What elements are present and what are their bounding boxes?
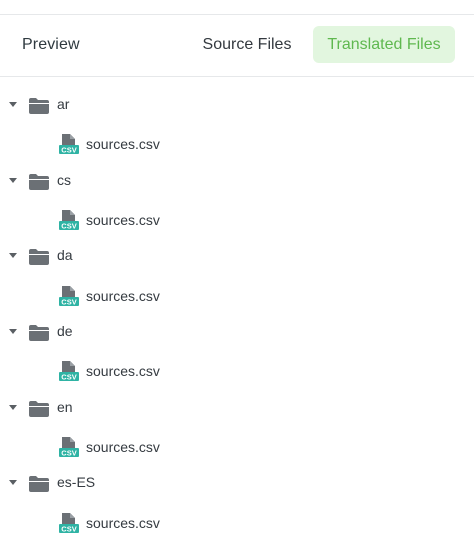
preview-header: Preview Source Files Translated Files: [0, 15, 474, 77]
caret-down-icon[interactable]: [9, 102, 17, 107]
file-row-de-sources[interactable]: CSV sources.csv: [0, 357, 474, 387]
top-divider: [0, 0, 474, 15]
preview-panel: Preview Source Files Translated Files ar…: [0, 0, 474, 533]
csv-file-icon: CSV: [59, 437, 79, 458]
folder-row-en[interactable]: en: [0, 394, 474, 424]
file-label: sources.csv: [86, 136, 160, 152]
folder-row-de[interactable]: de: [0, 318, 474, 348]
csv-badge-text: CSV: [61, 146, 76, 155]
file-label: sources.csv: [86, 363, 160, 379]
tab-source-files[interactable]: Source Files: [195, 26, 299, 63]
file-row-cs-sources[interactable]: CSV sources.csv: [0, 206, 474, 236]
caret-down-icon[interactable]: [9, 253, 17, 258]
csv-file-icon: CSV: [59, 286, 79, 307]
folder-icon: [29, 249, 49, 265]
file-row-da-sources[interactable]: CSV sources.csv: [0, 282, 474, 312]
csv-file-icon: CSV: [59, 361, 79, 382]
file-row-ar-sources[interactable]: CSV sources.csv: [0, 130, 474, 160]
folder-icon: [29, 476, 49, 492]
folder-row-cs[interactable]: cs: [0, 167, 474, 197]
caret-down-icon[interactable]: [9, 178, 17, 183]
folder-icon: [29, 401, 49, 417]
caret-down-icon[interactable]: [9, 329, 17, 334]
folder-label: en: [57, 399, 73, 415]
folder-row-da[interactable]: da: [0, 242, 474, 272]
file-label: sources.csv: [86, 515, 160, 531]
page-title: Preview: [22, 36, 80, 53]
csv-file-icon: CSV: [59, 210, 79, 231]
csv-file-icon: CSV: [59, 513, 79, 533]
file-row-en-sources[interactable]: CSV sources.csv: [0, 433, 474, 463]
folder-label: ar: [57, 96, 70, 112]
folder-label: es-ES: [57, 474, 96, 490]
csv-badge-text: CSV: [61, 222, 76, 231]
folder-label: da: [57, 247, 73, 263]
folder-row-ar[interactable]: ar: [0, 91, 474, 121]
csv-badge-text: CSV: [61, 373, 76, 382]
folder-row-es-ES[interactable]: es-ES: [0, 469, 474, 499]
file-label: sources.csv: [86, 212, 160, 228]
file-row-es-ES-sources[interactable]: CSV sources.csv: [0, 509, 474, 533]
csv-badge-text: CSV: [61, 298, 76, 307]
folder-icon: [29, 174, 49, 190]
tab-translated-files[interactable]: Translated Files: [313, 26, 455, 63]
file-label: sources.csv: [86, 288, 160, 304]
csv-badge-text: CSV: [61, 525, 76, 533]
file-label: sources.csv: [86, 439, 160, 455]
caret-down-icon[interactable]: [9, 405, 17, 410]
caret-down-icon[interactable]: [9, 480, 17, 485]
csv-file-icon: CSV: [59, 134, 79, 155]
csv-badge-text: CSV: [61, 449, 76, 458]
folder-label: cs: [57, 172, 71, 188]
folder-icon: [29, 325, 49, 341]
folder-label: de: [57, 323, 73, 339]
folder-icon: [29, 98, 49, 114]
